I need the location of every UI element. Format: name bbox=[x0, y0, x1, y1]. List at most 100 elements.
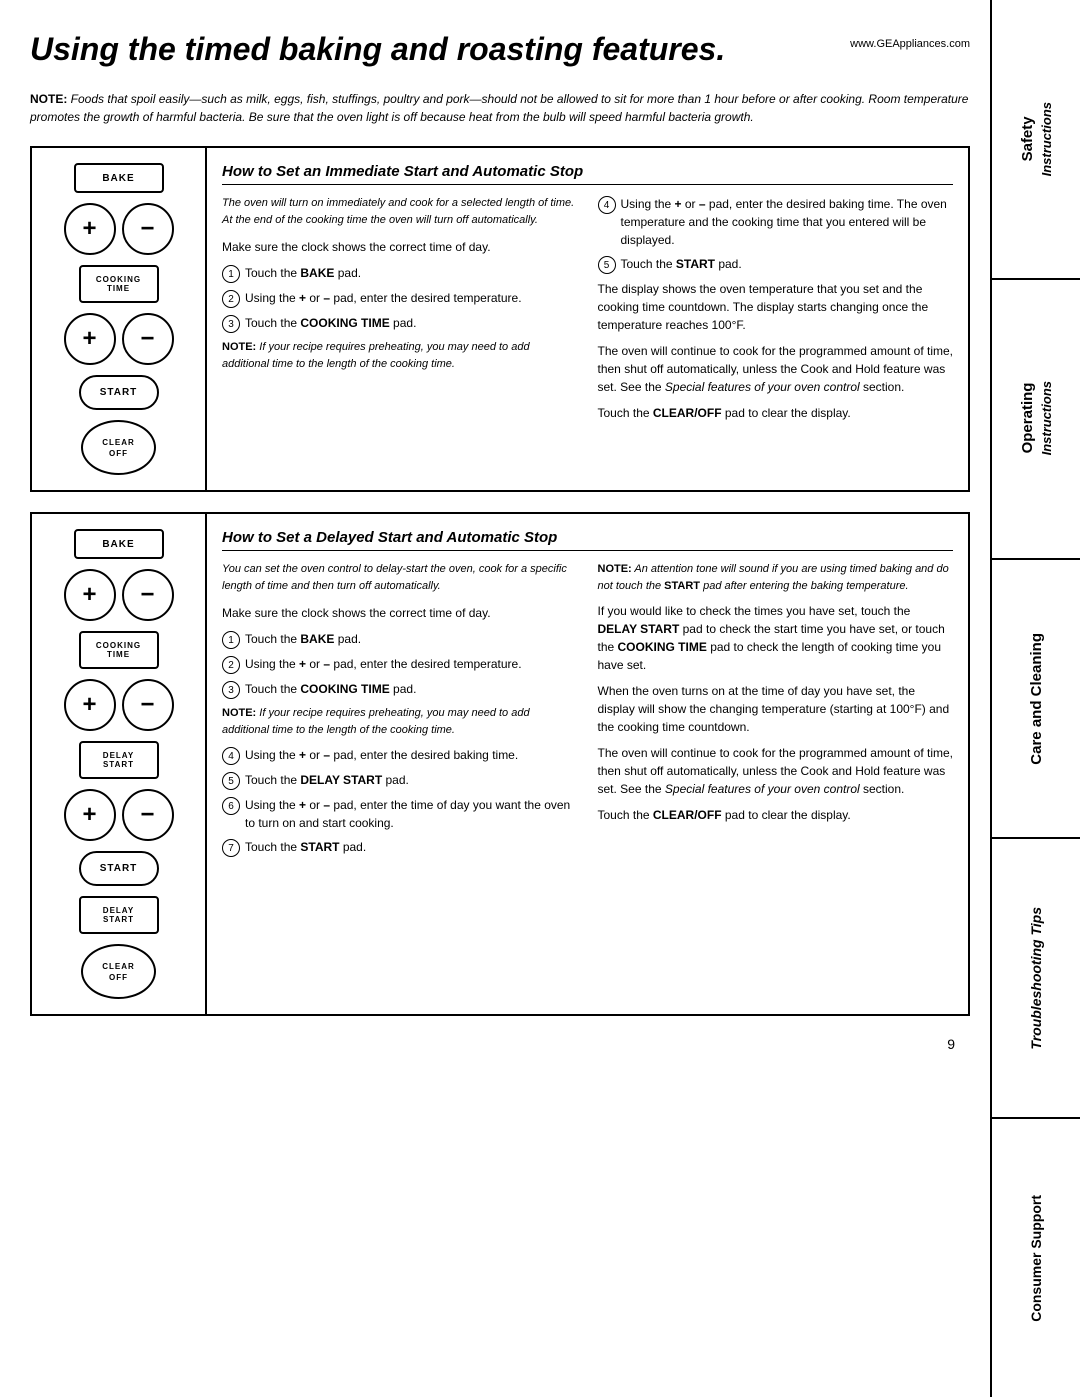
step-text: Using the + or – pad, enter the desired … bbox=[245, 746, 578, 764]
clear-off-button-1[interactable]: CLEAR OFF bbox=[81, 420, 156, 475]
sidebar-operating-label: Operating bbox=[1019, 383, 1036, 454]
delay-start-button-1[interactable]: DELAY START bbox=[79, 741, 159, 779]
plus-btn-1[interactable]: + bbox=[64, 203, 116, 255]
plus-btn-2c[interactable]: + bbox=[64, 789, 116, 841]
oven-panel-2: BAKE + − COOKING TIME + − DELAY bbox=[32, 514, 207, 1014]
step-text: Touch the COOKING TIME pad. bbox=[245, 680, 578, 698]
plus-btn-1b[interactable]: + bbox=[64, 313, 116, 365]
note-content: Foods that spoil easily—such as milk, eg… bbox=[30, 92, 968, 124]
step1-1: 1 Touch the BAKE pad. bbox=[222, 264, 578, 283]
step-text: Touch the DELAY START pad. bbox=[245, 771, 578, 789]
step-num: 7 bbox=[222, 839, 240, 857]
step-num: 5 bbox=[598, 256, 616, 274]
minus-btn-2[interactable]: − bbox=[122, 569, 174, 621]
delay-start-button-2[interactable]: DELAY START bbox=[79, 896, 159, 934]
step-text: Touch the BAKE pad. bbox=[245, 630, 578, 648]
step-num: 1 bbox=[222, 265, 240, 283]
note-paragraph: NOTE: Foods that spoil easily—such as mi… bbox=[30, 90, 970, 126]
step-num: 6 bbox=[222, 797, 240, 815]
delay-start-line1-2: DELAY bbox=[103, 906, 134, 916]
page-number: 9 bbox=[30, 1036, 970, 1052]
content-area-1: How to Set an Immediate Start and Automa… bbox=[207, 148, 968, 490]
step-text: Touch the START pad. bbox=[621, 255, 954, 273]
plus-minus-row-1: + − bbox=[64, 203, 174, 255]
minus-btn-1b[interactable]: − bbox=[122, 313, 174, 365]
cooking-time-line1: COOKING bbox=[96, 275, 141, 285]
section1-col-right: 4 Using the + or – pad, enter the desire… bbox=[598, 195, 954, 430]
plus-btn-2[interactable]: + bbox=[64, 569, 116, 621]
cooking-time-line2: TIME bbox=[107, 284, 130, 294]
step-num: 2 bbox=[222, 656, 240, 674]
section2-col-left: You can set the oven control to delay-st… bbox=[222, 561, 578, 863]
sidebar-safety: Safety Instructions bbox=[992, 0, 1080, 280]
start-button-1[interactable]: START bbox=[79, 375, 159, 410]
note-label: NOTE: bbox=[30, 92, 67, 106]
clear-line2-2: OFF bbox=[109, 972, 128, 983]
sidebar-safety-label: Safety bbox=[1019, 116, 1036, 161]
content-area-2: How to Set a Delayed Start and Automatic… bbox=[207, 514, 968, 1014]
sidebar-operating-instructions-label: Instructions bbox=[1039, 381, 1054, 455]
step-num: 3 bbox=[222, 315, 240, 333]
step-text: Using the + or – pad, enter the desired … bbox=[621, 195, 954, 249]
start-button-2[interactable]: START bbox=[79, 851, 159, 886]
sidebar-consumer-label: Consumer Support bbox=[1028, 1195, 1044, 1322]
right-sidebar: Safety Instructions Operating Instructio… bbox=[990, 0, 1080, 1397]
plus-minus-row-2b: + − bbox=[64, 679, 174, 731]
step-text: Touch the BAKE pad. bbox=[245, 264, 578, 282]
step2-7: 7 Touch the START pad. bbox=[222, 838, 578, 857]
clear-off-button-2[interactable]: CLEAR OFF bbox=[81, 944, 156, 999]
step-text: Using the + or – pad, enter the desired … bbox=[245, 655, 578, 673]
step-num: 5 bbox=[222, 772, 240, 790]
plus-minus-row-1b: + − bbox=[64, 313, 174, 365]
cooking-time-line2-2: TIME bbox=[107, 650, 130, 660]
minus-btn-1[interactable]: − bbox=[122, 203, 174, 255]
minus-btn-2c[interactable]: − bbox=[122, 789, 174, 841]
section1-display-text1: The display shows the oven temperature t… bbox=[598, 280, 954, 334]
step-num: 4 bbox=[598, 196, 616, 214]
step-num: 4 bbox=[222, 747, 240, 765]
plus-minus-row-2c: + − bbox=[64, 789, 174, 841]
plus-btn-2b[interactable]: + bbox=[64, 679, 116, 731]
sidebar-safety-text: Safety Instructions bbox=[1019, 102, 1054, 176]
step2-6: 6 Using the + or – pad, enter the time o… bbox=[222, 796, 578, 832]
section2-note-preheat: NOTE: If your recipe requires preheating… bbox=[222, 705, 578, 738]
section2-when-oven: When the oven turns on at the time of da… bbox=[598, 682, 954, 736]
section2-title: How to Set a Delayed Start and Automatic… bbox=[222, 529, 953, 551]
clear-line1-2: CLEAR bbox=[102, 961, 135, 972]
clear-line2: OFF bbox=[109, 448, 128, 459]
sidebar-care: Care and Cleaning bbox=[992, 560, 1080, 840]
section1-title: How to Set an Immediate Start and Automa… bbox=[222, 163, 953, 185]
step-num: 1 bbox=[222, 631, 240, 649]
minus-btn-2b[interactable]: − bbox=[122, 679, 174, 731]
section2-make-sure: Make sure the clock shows the correct ti… bbox=[222, 604, 578, 622]
step-text: Using the + or – pad, enter the desired … bbox=[245, 289, 578, 307]
sidebar-care-label: Care and Cleaning bbox=[1028, 633, 1045, 765]
step-num: 3 bbox=[222, 681, 240, 699]
delay-start-line2-2: START bbox=[103, 915, 134, 925]
section2-check-times: If you would like to check the times you… bbox=[598, 602, 954, 674]
section2-clear-text: Touch the CLEAR/OFF pad to clear the dis… bbox=[598, 806, 954, 824]
bake-button-2[interactable]: BAKE bbox=[74, 529, 164, 559]
step2-3: 3 Touch the COOKING TIME pad. bbox=[222, 680, 578, 699]
step-text: Using the + or – pad, enter the time of … bbox=[245, 796, 578, 832]
sidebar-instructions-label: Instructions bbox=[1039, 102, 1054, 176]
step2-4: 4 Using the + or – pad, enter the desire… bbox=[222, 746, 578, 765]
step1-3: 3 Touch the COOKING TIME pad. bbox=[222, 314, 578, 333]
sidebar-trouble-label: Troubleshooting Tips bbox=[1028, 907, 1044, 1050]
delay-start-line2: START bbox=[103, 760, 134, 770]
section2-note-start: NOTE: An attention tone will sound if yo… bbox=[598, 561, 954, 594]
section1-intro: The oven will turn on immediately and co… bbox=[222, 195, 578, 228]
sidebar-operating: Operating Instructions bbox=[992, 280, 1080, 560]
bake-button-1[interactable]: BAKE bbox=[74, 163, 164, 193]
step-text: Touch the COOKING TIME pad. bbox=[245, 314, 578, 332]
sidebar-consumer: Consumer Support bbox=[992, 1119, 1080, 1397]
section2-block: BAKE + − COOKING TIME + − DELAY bbox=[30, 512, 970, 1016]
cooking-time-button-2[interactable]: COOKING TIME bbox=[79, 631, 159, 669]
step2-2: 2 Using the + or – pad, enter the desire… bbox=[222, 655, 578, 674]
section2-intro: You can set the oven control to delay-st… bbox=[222, 561, 578, 594]
website-url: www.GEAppliances.com bbox=[850, 38, 970, 50]
oven-panel-1: BAKE + − COOKING TIME + − START bbox=[32, 148, 207, 490]
cooking-time-button-1[interactable]: COOKING TIME bbox=[79, 265, 159, 303]
section1-make-sure: Make sure the clock shows the correct ti… bbox=[222, 238, 578, 256]
section2-col-right: NOTE: An attention tone will sound if yo… bbox=[598, 561, 954, 863]
